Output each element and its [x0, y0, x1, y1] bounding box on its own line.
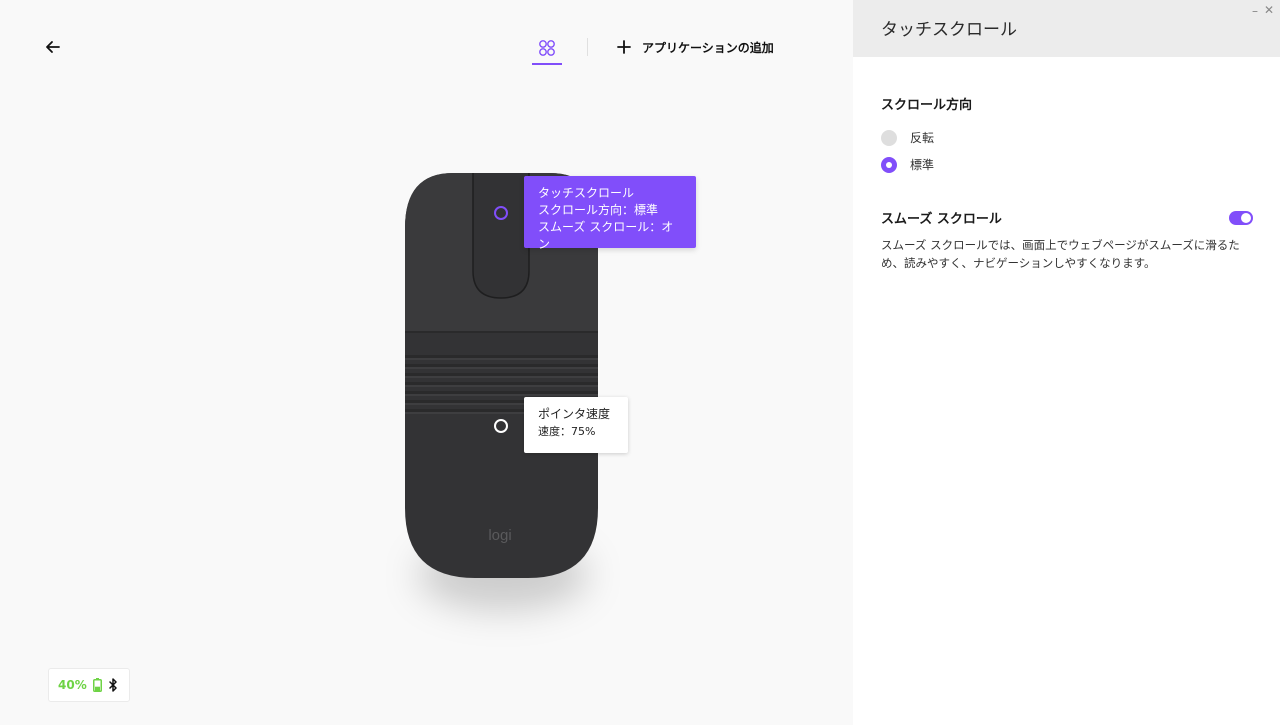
- tab-active-underline: [532, 63, 562, 65]
- mouse-brand-logo: logi: [488, 527, 511, 544]
- back-button[interactable]: [42, 36, 64, 58]
- smooth-scroll-description: スムーズ スクロールでは、画面上でウェブページがスムーズに滑るため、読みやすく、…: [881, 238, 1240, 270]
- pointer-speed-callout[interactable]: ポインタ速度 速度：75%: [524, 397, 628, 453]
- add-application-button[interactable]: アプリケーションの追加: [616, 36, 774, 58]
- callout-speed: 速度：75%: [538, 425, 596, 438]
- minimize-icon[interactable]: –: [1252, 4, 1258, 18]
- plus-icon: [617, 40, 631, 54]
- touch-scroll-callout[interactable]: タッチスクロール スクロール方向：標準 スムーズ スクロール：オン: [524, 176, 696, 251]
- bluetooth-icon: [108, 678, 117, 692]
- toggle-knob: [1241, 213, 1251, 223]
- settings-panel: タッチスクロール – ✕ スクロール方向 反転 標準 スムーズ スクロール スム…: [853, 0, 1280, 725]
- smooth-scroll-toggle[interactable]: [1229, 211, 1253, 225]
- device-view: アプリケーションの追加 logi タッチスクロール スクロール方向：標準 スムー…: [0, 0, 853, 725]
- panel-header: タッチスクロール – ✕: [853, 0, 1280, 57]
- arrow-left-icon: [46, 41, 60, 53]
- radio-reverse-indicator[interactable]: [881, 129, 897, 146]
- battery-icon: [92, 678, 102, 692]
- callout-smooth-scroll: スムーズ スクロール：オン: [538, 220, 674, 251]
- radio-standard-indicator[interactable]: [881, 156, 897, 173]
- apps-grid-icon: [539, 40, 555, 56]
- add-application-label: アプリケーションの追加: [642, 40, 774, 55]
- scroll-direction-heading: スクロール方向: [881, 98, 973, 113]
- touch-scroll-hotspot[interactable]: [494, 206, 508, 220]
- callout-title: ポインタ速度: [538, 407, 611, 421]
- callout-scroll-direction: スクロール方向：標準: [538, 203, 659, 217]
- panel-title: タッチスクロール: [881, 20, 1017, 40]
- smooth-scroll-heading: スムーズ スクロール: [881, 212, 1002, 227]
- radio-reverse-label: 反転: [910, 131, 935, 145]
- radio-standard-label: 標準: [910, 158, 935, 172]
- callout-title: タッチスクロール: [538, 186, 635, 200]
- battery-status: 40%: [48, 668, 130, 702]
- tab-apps[interactable]: [532, 34, 562, 65]
- close-icon[interactable]: ✕: [1264, 3, 1274, 17]
- pointer-speed-hotspot[interactable]: [494, 419, 508, 433]
- radio-standard[interactable]: 標準: [881, 156, 934, 173]
- battery-percent: 40%: [58, 678, 87, 692]
- toolbar-divider: [587, 38, 588, 56]
- radio-reverse[interactable]: 反転: [881, 129, 934, 146]
